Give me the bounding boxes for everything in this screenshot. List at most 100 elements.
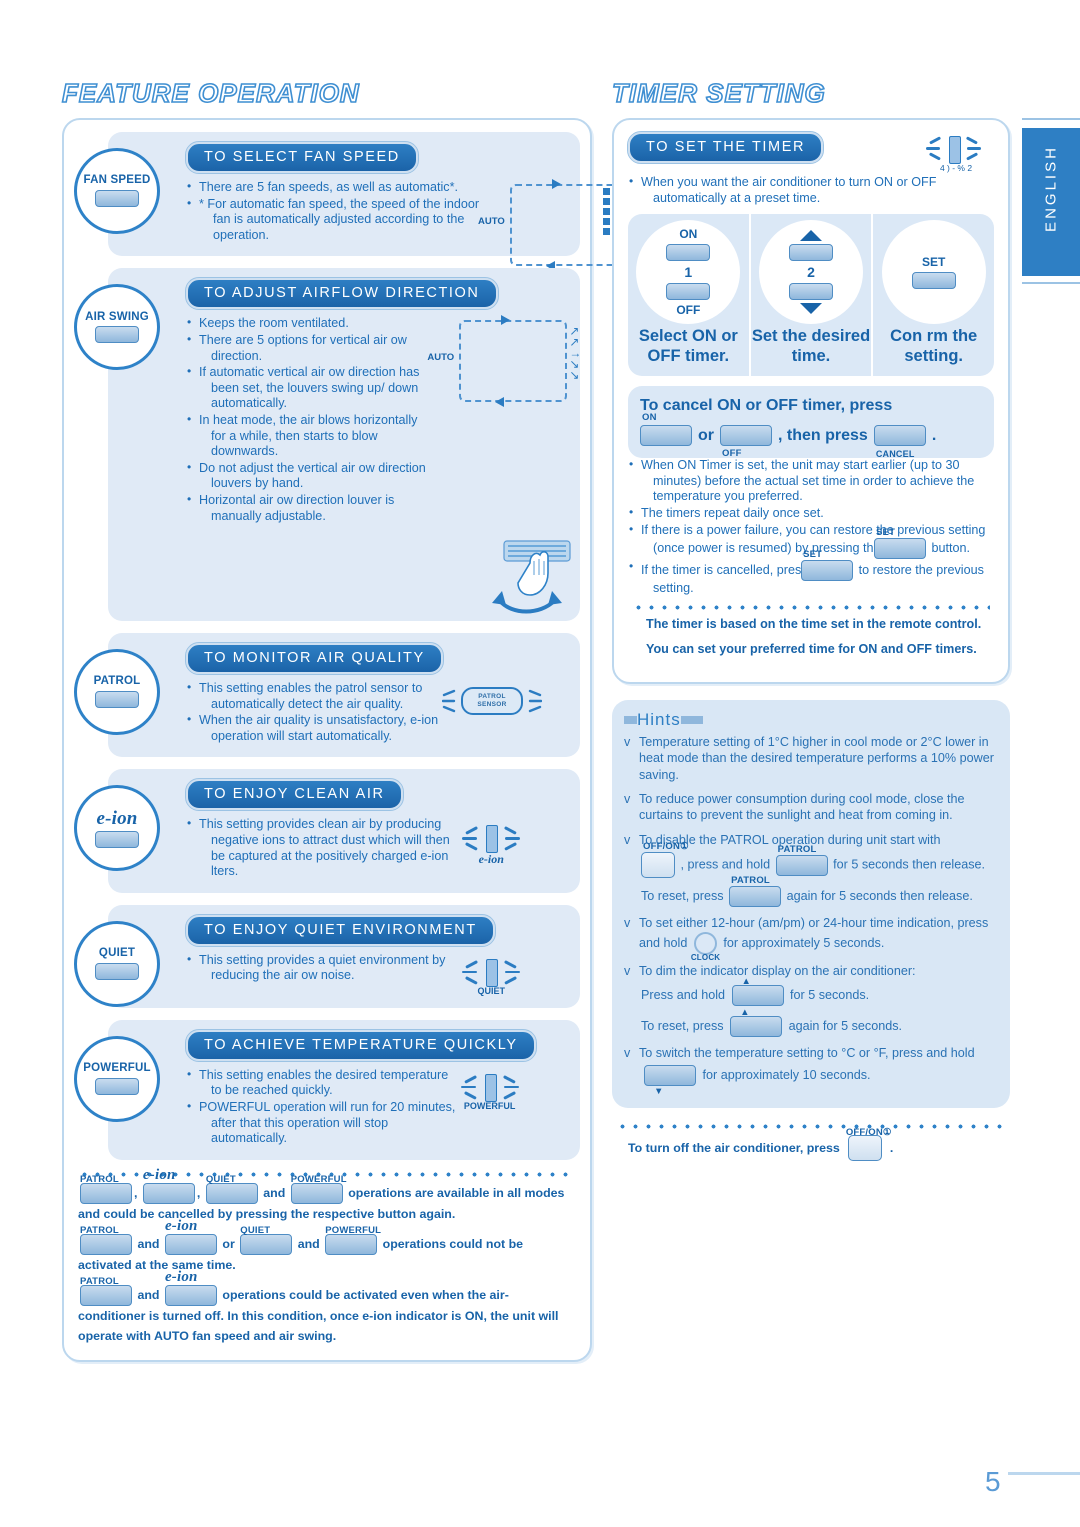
heading-to-set-the-timer: TO SET THE TIMER xyxy=(626,131,825,164)
list-item: This setting enables the patrol sensor t… xyxy=(186,680,442,712)
arrow-down-icon xyxy=(800,303,822,315)
heading-to-achieve-temperature-quickly: TO ACHIEVE TEMPERATURE QUICKLY xyxy=(185,1028,537,1062)
cancel-period: . xyxy=(931,426,937,444)
timer-step-2: 2 Set the desired time. xyxy=(748,214,872,377)
list-item: When the air quality is unsatisfactory, … xyxy=(186,712,442,744)
list-item: If the timer is cancelled, press SET to … xyxy=(628,549,994,597)
on-label: ON xyxy=(679,227,698,242)
on-timer-button-icon[interactable] xyxy=(666,244,711,262)
timer-setting-column: TO SET THE TIMER 4 ) - % 2 When yo xyxy=(612,118,1010,1162)
list-item: When ON Timer is set, the unit may start… xyxy=(628,457,994,505)
heading-to-select-fan-speed: TO SELECT FAN SPEED xyxy=(185,141,419,174)
off-on-button-icon[interactable] xyxy=(641,852,675,879)
step-2-caption: Set the desired time. xyxy=(751,327,871,366)
powerful-button-badge[interactable]: POWERFUL xyxy=(74,1035,160,1122)
note-joiner: or xyxy=(222,1237,235,1252)
up-button-icon[interactable] xyxy=(789,244,833,262)
hints-card: Hints Temperature setting of 1°C higher … xyxy=(612,699,1010,1109)
up-button-icon[interactable] xyxy=(730,1016,783,1037)
fan-speed-button-badge[interactable]: FAN SPEED xyxy=(74,148,160,234)
list-item: POWERFUL operation will run for 20 minut… xyxy=(186,1099,458,1147)
hint-dim-reset-b: again for 5 seconds. xyxy=(788,1018,903,1033)
remote-button-icon[interactable] xyxy=(95,1077,139,1095)
timer-bullets: When ON Timer is set, the unit may start… xyxy=(628,457,994,597)
hint-sub-line-2: To reset, press PATROL again for 5 secon… xyxy=(639,875,998,908)
step-1-circle[interactable]: ON 1 OFF xyxy=(636,220,741,325)
left-section-title: FEATURE OPERATION xyxy=(61,77,360,109)
tag-label: PATROL xyxy=(80,1173,119,1185)
cancel-instruction-line2: ON or OFF , then press CANCEL . xyxy=(640,412,982,459)
tag-label: e-ion xyxy=(164,1218,198,1235)
remote-button-icon[interactable] xyxy=(142,1183,195,1205)
remote-button-icon[interactable] xyxy=(95,690,139,708)
quiet-button-badge[interactable]: QUIET xyxy=(74,920,160,1007)
timer-indicator-icon: 4 ) - % 2 xyxy=(924,132,984,173)
remote-button-icon[interactable] xyxy=(95,326,139,344)
step-1-caption: Select ON or OFF timer. xyxy=(638,327,738,366)
up-button-icon[interactable] xyxy=(731,985,784,1006)
timer-intro-bullets: When you want the air conditioner to tur… xyxy=(628,174,994,206)
off-timer-button-icon[interactable] xyxy=(666,283,711,301)
feature-operation-title: FEATURE OPERATION xyxy=(61,77,360,109)
hints-marker-left-icon xyxy=(624,715,637,724)
hint-sub-line: OFF/ON① , press and hold PATROL for 5 se… xyxy=(639,841,998,879)
hint-item: To set either 12-hour (am/pm) or 24-hour… xyxy=(624,915,998,962)
down-button-icon[interactable] xyxy=(644,1065,696,1087)
arrow-up-icon: ▲ xyxy=(741,976,752,987)
fan-speed-auto-diagram: AUTO xyxy=(478,179,650,271)
hints-title-row: Hints xyxy=(624,710,998,730)
feature-patrol: PATROL TO MONITOR AIR QUALITY This setti… xyxy=(74,633,580,758)
set-button-icon[interactable] xyxy=(911,272,956,290)
tag-label: PATROL xyxy=(80,1225,119,1237)
off-button-icon[interactable] xyxy=(720,425,772,447)
step-3-circle[interactable]: SET xyxy=(881,220,986,325)
hints-list: Temperature setting of 1°C higher in coo… xyxy=(624,734,998,1097)
down-button-icon[interactable] xyxy=(789,283,833,301)
bullet-text: If the timer is cancelled, press xyxy=(641,562,808,577)
timer-note-2: You can set your preferred time for ON a… xyxy=(646,641,977,656)
e-ion-button-badge[interactable]: e-ion xyxy=(74,785,160,872)
remote-button-icon[interactable] xyxy=(95,189,139,207)
indicator-label: e-ion xyxy=(478,852,504,867)
dotted-separator xyxy=(632,604,990,610)
on-button-icon[interactable] xyxy=(640,425,692,447)
set-tag-label: SET xyxy=(803,549,823,561)
note-conjunction: and xyxy=(263,1185,286,1200)
hint-item: To reduce power consumption during cool … xyxy=(624,791,998,824)
feature-air-swing: AIR SWING TO ADJUST AIRFLOW DIRECTION Ke… xyxy=(74,268,581,622)
air-swing-button-badge[interactable]: AIR SWING xyxy=(74,284,160,371)
e-ion-bullets: This setting provides clean air by produ… xyxy=(186,816,459,880)
footer-note: To turn off the air conditioner, press O… xyxy=(612,1127,1010,1162)
cancel-button-icon[interactable] xyxy=(873,425,926,447)
patrol-button-label: PATROL xyxy=(93,675,141,688)
step-number: 2 xyxy=(807,264,815,281)
list-item: Do not adjust the vertical air ow direct… xyxy=(186,460,435,492)
hint-sub-line: ▼ for approximately 10 seconds. xyxy=(639,1065,998,1097)
bullet-text-tail: button. xyxy=(931,540,971,555)
feature-powerful: POWERFUL TO ACHIEVE TEMPERATURE QUICKLY … xyxy=(74,1019,580,1160)
off-on-tag-label: OFF/ON① xyxy=(643,841,689,853)
remote-button-icon[interactable] xyxy=(95,830,139,848)
tag-label: QUIET xyxy=(240,1225,271,1237)
list-item: This setting provides clean air by produ… xyxy=(186,816,459,879)
arrow-up-icon xyxy=(800,230,822,242)
page-number-rule xyxy=(1008,1472,1080,1475)
note-joiner: and xyxy=(297,1237,320,1252)
set-button-icon[interactable] xyxy=(874,538,926,560)
tag-label: POWERFUL xyxy=(325,1225,382,1237)
indicator-label: POWERFUL xyxy=(463,1100,516,1111)
arrow-right-icon xyxy=(501,315,511,326)
hint-tail-text: for 5 seconds then release. xyxy=(833,857,986,872)
arrow-left-icon xyxy=(495,397,505,408)
remote-button-icon[interactable] xyxy=(164,1285,217,1307)
remote-button-icon[interactable] xyxy=(164,1234,217,1256)
louver-angle-icons: ↗ ↗ → ↘ ↘ xyxy=(569,324,582,383)
sensor-label-line2: SENSOR xyxy=(477,701,507,709)
timer-card: TO SET THE TIMER 4 ) - % 2 When yo xyxy=(612,118,1010,684)
footer-note-text: To turn off the air conditioner, press xyxy=(628,1141,840,1156)
patrol-button-badge[interactable]: PATROL xyxy=(74,649,160,736)
remote-button-icon[interactable] xyxy=(95,962,139,980)
step-2-circle[interactable]: 2 xyxy=(759,220,863,325)
set-button-icon[interactable] xyxy=(801,560,854,582)
powerful-bullets: This setting enables the desired tempera… xyxy=(186,1067,458,1148)
